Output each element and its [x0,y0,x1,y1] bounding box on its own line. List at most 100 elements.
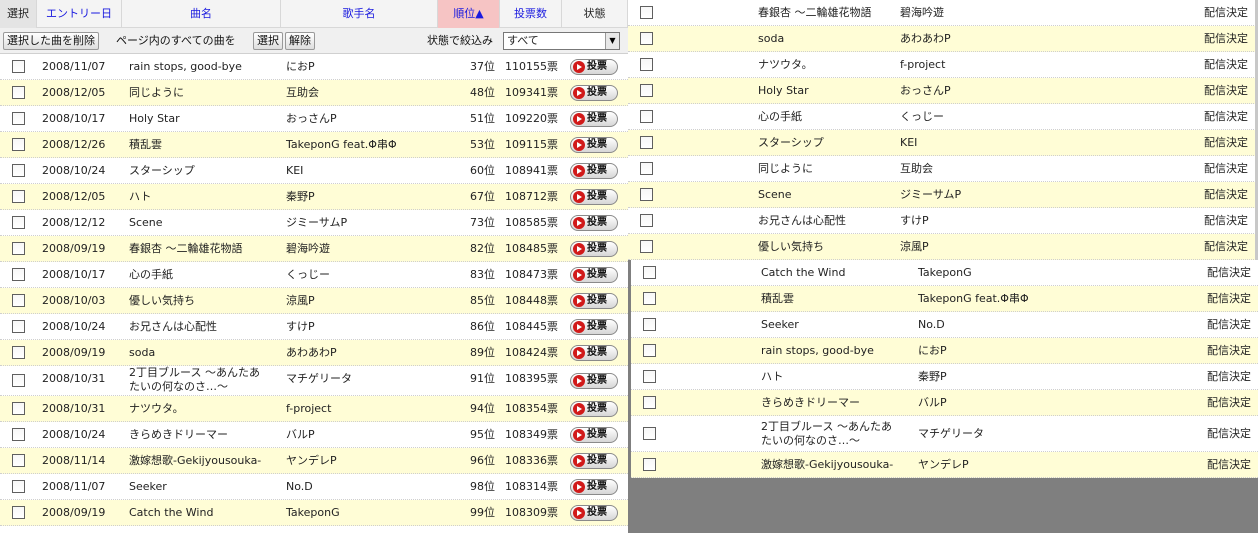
vote-label: 投票 [587,429,607,440]
vote-button[interactable]: 投票 [570,453,618,469]
status-text: 配信決定 [1204,162,1248,175]
status-filter-select[interactable]: すべて ▼ [503,32,620,50]
row-checkbox[interactable] [12,402,25,415]
row-checkbox[interactable] [643,266,656,279]
row-checkbox[interactable] [640,162,653,175]
row-checkbox[interactable] [643,292,656,305]
vote-button[interactable]: 投票 [570,85,618,101]
row-checkbox[interactable] [12,216,25,229]
artist-name: 碧海吟遊 [286,242,330,255]
row-checkbox[interactable] [640,32,653,45]
vote-button[interactable]: 投票 [570,293,618,309]
select-all-button[interactable]: 選択 [253,32,283,50]
row-checkbox[interactable] [12,294,25,307]
row-checkbox[interactable] [12,242,25,255]
header-entry-date[interactable]: エントリー日 [37,0,122,28]
row-checkbox[interactable] [643,427,656,440]
vote-button[interactable]: 投票 [570,111,618,127]
row-checkbox[interactable] [640,6,653,19]
vote-button[interactable]: 投票 [570,189,618,205]
row-checkbox[interactable] [12,164,25,177]
ranking-panel: 選択 エントリー日 曲名 歌手名 順位▲ 投票数 状態 選択した曲を削除 ページ… [0,0,628,533]
row-checkbox[interactable] [640,240,653,253]
vote-label: 投票 [587,269,607,280]
status-filter-value: すべて [507,34,539,47]
artist-name: TakeponG [286,506,340,519]
vote-button[interactable]: 投票 [570,345,618,361]
row-checkbox[interactable] [12,480,25,493]
vote-button[interactable]: 投票 [570,59,618,75]
row-checkbox[interactable] [640,58,653,71]
vote-button[interactable]: 投票 [570,215,618,231]
vote-count: 108309票 [505,506,558,519]
header-song[interactable]: 曲名 [122,0,281,28]
row-checkbox[interactable] [12,112,25,125]
row-checkbox[interactable] [12,454,25,467]
row-checkbox[interactable] [640,110,653,123]
rank: 89位 [470,346,495,359]
song-title: 積乱雲 [761,292,794,305]
row-checkbox[interactable] [12,428,25,441]
status-list-top: 春銀杏 ～二輪雄花物語 碧海吟遊 配信決定 soda あわあわP 配信決定 ナツウタ。 f-p… [628,0,1258,260]
rank: 51位 [470,112,495,125]
vote-button[interactable]: 投票 [570,137,618,153]
delete-selected-button[interactable]: 選択した曲を削除 [3,32,99,50]
song-title: 同じように [758,162,813,175]
row-checkbox[interactable] [12,506,25,519]
row-checkbox[interactable] [12,60,25,73]
artist-name: マチゲリータ [286,372,352,385]
vote-label: 投票 [587,113,607,124]
vote-label: 投票 [587,403,607,414]
vote-label: 投票 [587,321,607,332]
row-checkbox[interactable] [640,136,653,149]
row-checkbox[interactable] [643,458,656,471]
table-row: 積乱雲 TakeponG feat.Φ串Φ 配信決定 [631,286,1258,312]
header-votes[interactable]: 投票数 [500,0,562,28]
toolbar: 選択した曲を削除 ページ内のすべての曲を 選択 解除 状態で絞込み すべて ▼ [0,28,628,54]
row-checkbox[interactable] [643,370,656,383]
row-checkbox[interactable] [640,214,653,227]
vote-button[interactable]: 投票 [570,373,618,389]
song-title: ハト [761,370,784,383]
vote-button[interactable]: 投票 [570,163,618,179]
row-checkbox[interactable] [640,84,653,97]
vote-button[interactable]: 投票 [570,401,618,417]
row-checkbox[interactable] [12,138,25,151]
header-artist[interactable]: 歌手名 [281,0,438,28]
row-checkbox[interactable] [12,86,25,99]
row-checkbox[interactable] [12,268,25,281]
song-title: スターシップ [129,164,195,177]
play-icon [573,403,585,415]
entry-date: 2008/10/31 [42,402,106,415]
clear-all-button[interactable]: 解除 [285,32,315,50]
row-checkbox[interactable] [643,396,656,409]
vote-label: 投票 [587,295,607,306]
row-checkbox[interactable] [12,190,25,203]
entry-date: 2008/10/24 [42,428,106,441]
vote-button[interactable]: 投票 [570,241,618,257]
song-title: Catch the Wind [129,506,214,519]
status-list: 春銀杏 ～二輪雄花物語 碧海吟遊 配信決定 soda あわあわP 配信決定 ナツウタ。 f-p… [628,0,1258,260]
vote-button[interactable]: 投票 [570,479,618,495]
table-row: スターシップ KEI 配信決定 [628,130,1258,156]
play-icon [573,191,585,203]
song-title: スターシップ [758,136,824,149]
vote-button[interactable]: 投票 [570,267,618,283]
vote-button[interactable]: 投票 [570,505,618,521]
status-text: 配信決定 [1207,458,1251,471]
entry-date: 2008/11/07 [42,480,106,493]
artist-name: ヤンデレP [286,454,337,467]
row-checkbox[interactable] [643,344,656,357]
artist-name: TakeponG [918,266,972,279]
vote-button[interactable]: 投票 [570,319,618,335]
header-rank[interactable]: 順位▲ [438,0,500,28]
row-checkbox[interactable] [12,320,25,333]
row-checkbox[interactable] [643,318,656,331]
chevron-down-icon[interactable]: ▼ [605,33,619,49]
row-checkbox[interactable] [12,346,25,359]
song-title: Scene [129,216,163,229]
status-text: 配信決定 [1204,136,1248,149]
vote-button[interactable]: 投票 [570,427,618,443]
row-checkbox[interactable] [640,188,653,201]
row-checkbox[interactable] [12,374,25,387]
